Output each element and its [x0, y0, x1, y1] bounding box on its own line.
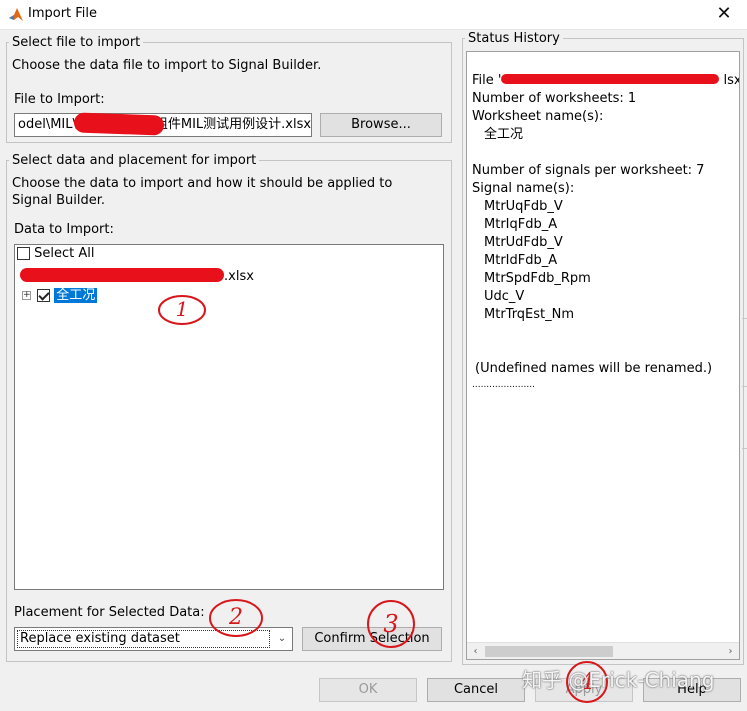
- annotation-2: 2: [207, 597, 265, 639]
- ok-button[interactable]: OK: [319, 678, 417, 702]
- data-to-import-label: Data to Import:: [14, 222, 114, 237]
- file-node-suffix: .xlsx: [224, 269, 254, 284]
- data-select-legend: Select data and placement for import: [12, 153, 257, 168]
- status-history-text[interactable]: File 'lsx' Number of worksheets: 1 Works…: [466, 51, 740, 660]
- scrollbar-thumb[interactable]: [485, 646, 613, 657]
- redaction-mark: [501, 74, 719, 84]
- file-select-legend: Select file to import: [12, 35, 141, 50]
- scroll-left-icon[interactable]: ‹: [467, 643, 484, 659]
- background-window-edge: [742, 386, 747, 387]
- status-history-legend: Status History: [468, 31, 560, 46]
- status-horizontal-scrollbar[interactable]: ‹ ›: [467, 642, 739, 659]
- window-title: Import File: [28, 6, 98, 21]
- status-signal: MtrIdFdb_A: [484, 253, 558, 268]
- close-button[interactable]: ✕: [701, 0, 747, 30]
- select-all-row[interactable]: Select All: [17, 245, 95, 262]
- title-bar: Import File ✕: [0, 0, 747, 30]
- status-signal: MtrSpdFdb_Rpm: [484, 271, 591, 286]
- annotation-1: 1: [156, 292, 208, 328]
- select-all-label: Select All: [34, 246, 95, 261]
- background-window-edge: [742, 318, 747, 319]
- redaction-mark: [20, 268, 224, 282]
- matlab-icon: [9, 8, 23, 21]
- close-icon: ✕: [716, 3, 732, 24]
- status-signal: MtrUdFdb_V: [484, 235, 563, 250]
- placement-label: Placement for Selected Data:: [14, 605, 205, 620]
- expand-icon[interactable]: +: [22, 291, 31, 300]
- file-to-import-label: File to Import:: [14, 92, 105, 107]
- file-select-description: Choose the data file to import to Signal…: [12, 58, 322, 73]
- select-all-checkbox[interactable]: [17, 247, 30, 260]
- status-rename-note: (Undefined names will be renamed.): [475, 361, 713, 376]
- status-signal: MtrUqFdb_V: [484, 199, 563, 214]
- status-worksheets-count: Number of worksheets: 1: [472, 91, 637, 106]
- tree-node-sheet[interactable]: + 全工况: [22, 287, 98, 304]
- browse-button[interactable]: Browse...: [320, 113, 442, 137]
- status-signal-names-label: Signal name(s):: [472, 181, 575, 196]
- status-signals-count: Number of signals per worksheet: 7: [472, 163, 705, 178]
- background-window-edge: [742, 448, 747, 449]
- watermark-text: 知乎 @Erick-Chiang: [522, 668, 715, 692]
- redaction-mark: [73, 112, 165, 136]
- chevron-down-icon: ⌄: [277, 633, 287, 644]
- status-separator: ......................: [472, 380, 535, 390]
- sheet-label: 全工况: [54, 288, 98, 303]
- annotation-3: 3: [365, 598, 417, 650]
- status-signal: MtrIqFdb_A: [484, 217, 558, 232]
- status-worksheet-names-label: Worksheet name(s):: [472, 109, 604, 124]
- status-signal: Udc_V: [484, 289, 525, 304]
- scroll-right-icon[interactable]: ›: [722, 643, 739, 659]
- status-worksheet-name: 全工况: [484, 127, 524, 142]
- file-path-start: odel\MIL\: [18, 117, 77, 132]
- data-select-description: Choose the data to import and how it sho…: [12, 176, 393, 208]
- sheet-checkbox[interactable]: [37, 289, 51, 302]
- status-signal: MtrTrqEst_Nm: [484, 307, 575, 322]
- cancel-button[interactable]: Cancel: [427, 678, 525, 702]
- file-path-end: 组件MIL测试用例设计.xlsx: [154, 117, 312, 132]
